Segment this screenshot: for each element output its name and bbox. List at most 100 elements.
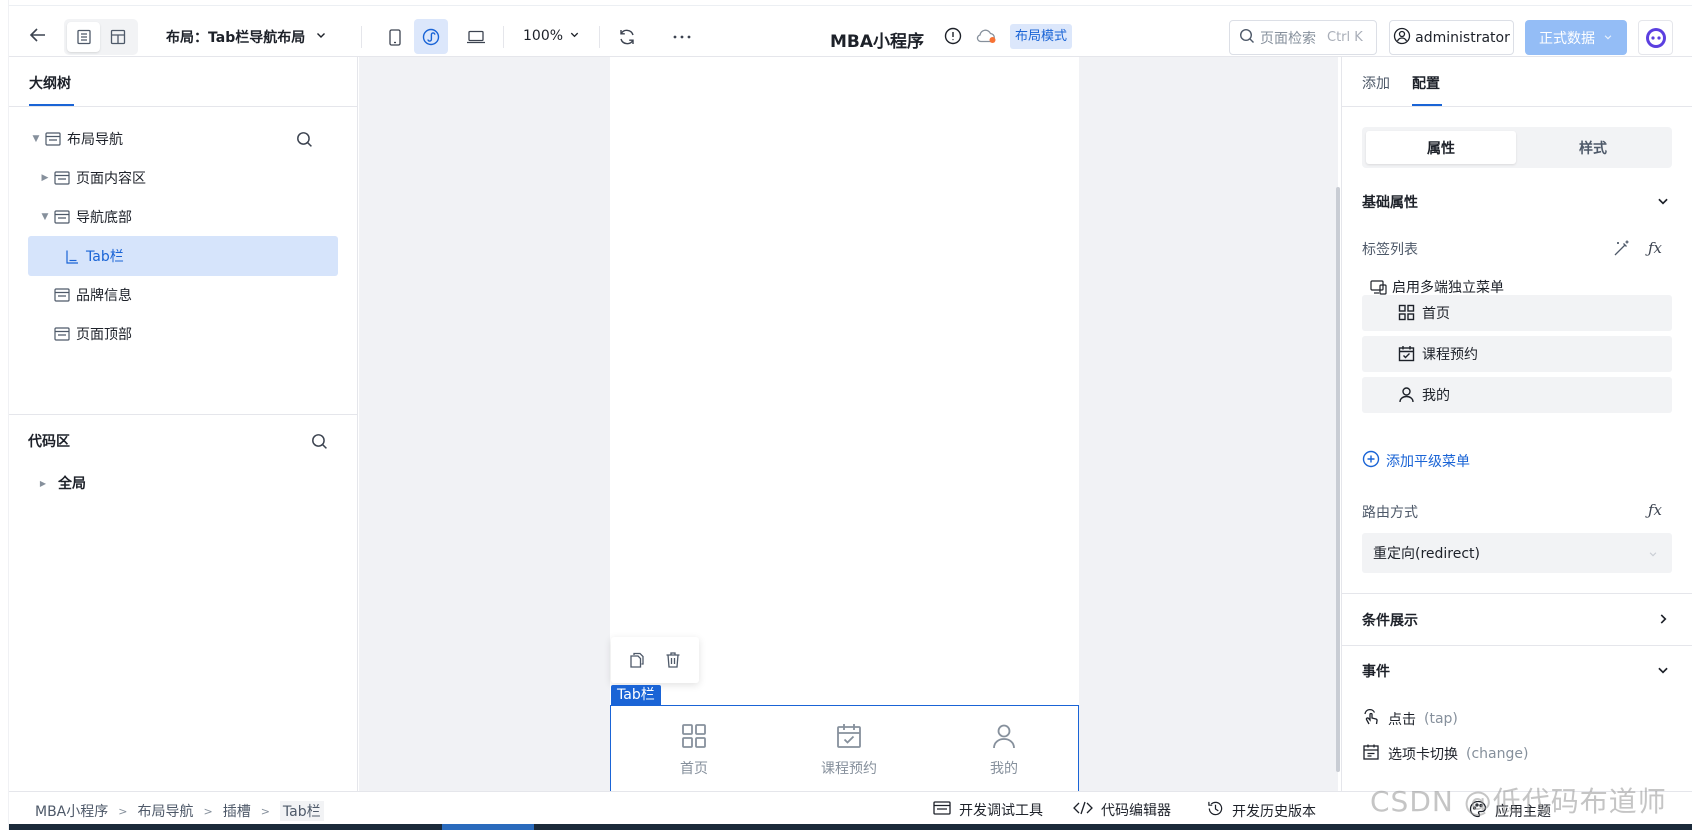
chevron-down-icon	[569, 28, 580, 44]
chevron-right-icon[interactable]	[1656, 612, 1670, 630]
breadcrumb-separator: >	[260, 804, 270, 818]
view-toggle-group	[64, 19, 138, 55]
ai-assistant-icon[interactable]	[1638, 20, 1673, 55]
outline-view-icon[interactable]	[67, 22, 100, 52]
code-section-title: 代码区	[28, 434, 70, 450]
breadcrumb: MBA小程序 > 布局导航 > 插槽 > Tab栏	[35, 801, 324, 821]
user-icon	[1393, 27, 1411, 49]
cond-display-title[interactable]: 条件展示	[1362, 610, 1418, 630]
events-title[interactable]: 事件	[1362, 661, 1390, 681]
tree-node-tab-bar[interactable]: Tab栏	[28, 236, 338, 276]
design-canvas: Tab栏 首页 课程预约 我的	[359, 57, 1340, 791]
outline-panel: 大纲树 ▼ 布局导航 ▶ 页面内容区 ▼ 导航底部 Tab栏 品牌信息 页面顶部…	[9, 57, 358, 791]
event-sub: (change)	[1466, 746, 1529, 762]
user-button[interactable]: administrator	[1389, 20, 1514, 55]
function-icon[interactable]: ƒx	[1644, 238, 1666, 258]
caret-right-icon[interactable]: ▶	[38, 478, 48, 488]
event-change[interactable]: 选项卡切换 (change)	[1362, 743, 1528, 765]
event-tap[interactable]: 点击 (tap)	[1362, 708, 1458, 730]
tab-bar-preview[interactable]: 首页 课程预约 我的	[610, 705, 1079, 791]
miniprogram-icon[interactable]	[414, 19, 448, 54]
layout-select[interactable]: 布局：Tab栏导航布局	[166, 27, 327, 47]
info-icon[interactable]	[943, 26, 963, 46]
basic-props-title[interactable]: 基础属性	[1362, 192, 1418, 212]
app-title: MBA小程序	[830, 32, 925, 52]
search-icon[interactable]	[294, 129, 314, 149]
tap-icon	[1362, 708, 1380, 730]
caret-right-icon[interactable]: ▶	[40, 173, 50, 183]
layout-view-icon[interactable]	[101, 22, 134, 52]
code-editor-button[interactable]: 代码编辑器	[1073, 800, 1171, 820]
refresh-icon[interactable]	[615, 23, 639, 51]
breadcrumb-item[interactable]: MBA小程序	[35, 801, 108, 821]
segment-style[interactable]: 样式	[1518, 131, 1668, 164]
chevron-down-icon[interactable]	[1656, 194, 1670, 212]
calendar-check-icon	[835, 722, 863, 754]
data-env-button[interactable]: 正式数据	[1525, 20, 1627, 55]
multi-menu-toggle[interactable]: 启用多端独立菜单	[1392, 277, 1504, 297]
canvas-scrollbar[interactable]	[1336, 187, 1340, 772]
copy-icon[interactable]	[625, 649, 649, 671]
divider	[599, 26, 600, 48]
chevron-down-icon[interactable]	[1656, 663, 1670, 681]
route-value: 重定向(redirect)	[1373, 546, 1481, 562]
menu-item-course[interactable]: 课程预约	[1362, 336, 1672, 372]
delete-icon[interactable]	[661, 649, 685, 671]
tree-node-label: 页面顶部	[76, 327, 132, 343]
tree-node-nav-bottom[interactable]: ▼ 导航底部	[28, 197, 338, 237]
history-button[interactable]: 开发历史版本	[1207, 800, 1316, 821]
caret-down-icon[interactable]: ▼	[40, 212, 50, 222]
segment-props[interactable]: 属性	[1366, 131, 1516, 164]
menu-item-label: 我的	[1422, 388, 1450, 404]
add-menu-button[interactable]: 添加平级菜单	[1362, 450, 1470, 472]
tabbar-item-home[interactable]: 首页	[634, 722, 754, 778]
code-tree-global[interactable]: ▶ 全局	[28, 463, 338, 503]
container-icon	[54, 327, 70, 341]
back-arrow-icon[interactable]	[24, 21, 52, 49]
tab-outline-tree[interactable]: 大纲树	[29, 73, 71, 93]
tabbar-item-course[interactable]: 课程预约	[789, 722, 909, 778]
menu-item-label: 首页	[1422, 306, 1450, 322]
config-panel: 添加 配置 属性 样式 基础属性 标签列表 ƒx 启用多端独立菜单 首页 课程预…	[1341, 57, 1692, 791]
code-icon	[1073, 801, 1093, 819]
breadcrumb-separator: >	[203, 804, 213, 818]
grid-icon	[1398, 304, 1415, 325]
container-icon	[54, 171, 70, 185]
function-icon[interactable]: ƒx	[1644, 500, 1666, 520]
debug-tools-button[interactable]: 开发调试工具	[933, 800, 1043, 820]
menu-item-mine[interactable]: 我的	[1362, 377, 1672, 413]
tree-node-page-top[interactable]: 页面顶部	[28, 314, 338, 354]
container-icon	[45, 132, 61, 146]
user-name: administrator	[1415, 29, 1510, 46]
zoom-select[interactable]: 100%	[523, 28, 580, 44]
caret-down-icon[interactable]: ▼	[31, 134, 41, 144]
route-select[interactable]: 重定向(redirect)	[1362, 533, 1672, 573]
magic-wand-icon[interactable]	[1612, 238, 1632, 258]
laptop-icon[interactable]	[462, 22, 490, 52]
page-search-input[interactable]: 页面检索 Ctrl K	[1229, 20, 1377, 55]
tabbar-item-mine[interactable]: 我的	[944, 722, 1064, 778]
tree-node-label: 页面内容区	[76, 171, 146, 187]
tree-node-brand-info[interactable]: 品牌信息	[28, 275, 338, 315]
breadcrumb-current[interactable]: Tab栏	[279, 801, 324, 821]
event-label: 点击	[1388, 712, 1416, 728]
divider	[1342, 593, 1692, 594]
tree-node-layout-nav[interactable]: ▼ 布局导航	[28, 119, 338, 159]
divider	[503, 26, 504, 48]
divider	[1342, 645, 1692, 646]
more-icon[interactable]	[668, 23, 696, 51]
tree-node-label: Tab栏	[86, 249, 124, 265]
tab-config[interactable]: 配置	[1412, 73, 1440, 93]
terminal-icon	[933, 801, 951, 819]
search-icon[interactable]	[309, 431, 329, 451]
mobile-device-icon[interactable]	[381, 22, 409, 52]
divider	[361, 26, 362, 48]
breadcrumb-item[interactable]: 插槽	[223, 801, 251, 821]
multi-device-icon	[1370, 278, 1388, 296]
breadcrumb-item[interactable]: 布局导航	[137, 801, 193, 821]
tree-node-page-content[interactable]: ▶ 页面内容区	[28, 158, 338, 198]
chevron-down-icon	[1603, 30, 1613, 46]
menu-item-home[interactable]: 首页	[1362, 295, 1672, 331]
taskbar-highlight	[442, 824, 534, 830]
tab-add[interactable]: 添加	[1362, 73, 1390, 93]
